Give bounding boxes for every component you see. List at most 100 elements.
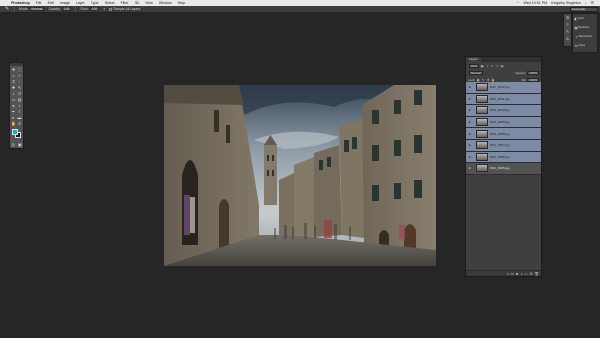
- layer-name[interactable]: DSC_0005.jpg: [490, 166, 510, 170]
- menu-window[interactable]: Window: [156, 1, 175, 5]
- visibility-eye-icon[interactable]: ●: [466, 108, 473, 112]
- quick-select-tool-icon[interactable]: ✧: [17, 73, 22, 78]
- filter-shape-icon[interactable]: ▭: [495, 64, 499, 68]
- visibility-eye-icon[interactable]: ●: [466, 166, 473, 170]
- layer-row[interactable]: ● DSC_0007.jpg: [466, 139, 541, 152]
- flow-control[interactable]: Flow: 100: [78, 7, 101, 11]
- layer-row[interactable]: ● DSC_0008.jpg: [466, 128, 541, 140]
- move-tool-icon[interactable]: ✥: [11, 67, 16, 72]
- workspace-label[interactable]: Essentials: [570, 7, 598, 12]
- menu-layer[interactable]: Layer: [73, 1, 88, 5]
- pen-tool-icon[interactable]: ✒: [11, 109, 16, 114]
- layer-name[interactable]: DSC_0008.jpg: [490, 132, 510, 136]
- menu-app-name[interactable]: Photoshop: [8, 1, 33, 5]
- opacity-field[interactable]: 100: [61, 7, 72, 11]
- hand-tool-icon[interactable]: ✋: [11, 121, 16, 126]
- group-icon[interactable]: ▭: [524, 272, 527, 276]
- menu-3d[interactable]: 3D: [132, 1, 143, 5]
- visibility-eye-icon[interactable]: ●: [466, 85, 473, 89]
- brush-tool-icon[interactable]: ✎: [17, 85, 22, 90]
- mode-select[interactable]: Normal: [29, 7, 45, 11]
- zoom-tool-icon[interactable]: ⚲: [17, 121, 22, 126]
- eraser-tool-icon[interactable]: ▭: [11, 97, 16, 102]
- menu-image[interactable]: Image: [57, 1, 73, 5]
- layer-row[interactable]: ● DSC_0009.jpg: [466, 116, 541, 129]
- fx-icon[interactable]: fx: [511, 272, 514, 276]
- opacity-control[interactable]: Opacity: 100: [46, 7, 73, 11]
- dodge-tool-icon[interactable]: ◐: [17, 103, 22, 108]
- healing-tool-icon[interactable]: ✚: [11, 85, 16, 90]
- panel-swatches[interactable]: ▦ Swatches: [573, 23, 597, 32]
- layer-opacity-field[interactable]: 100%: [527, 70, 539, 75]
- clock[interactable]: Wed 10:51 PM: [521, 1, 549, 5]
- layer-row[interactable]: ● DSC_0010.jpg: [466, 105, 541, 117]
- panel-adjustments[interactable]: ◑ Adjustments: [573, 32, 597, 41]
- menu-select[interactable]: Select: [102, 1, 118, 5]
- visibility-eye-icon[interactable]: ●: [466, 120, 473, 124]
- brush-tool-icon[interactable]: ✎: [2, 6, 12, 12]
- sample-checkbox[interactable]: [109, 7, 113, 11]
- crop-tool-icon[interactable]: ⌗: [11, 79, 16, 84]
- history-brush-tool-icon[interactable]: ↺: [17, 91, 22, 96]
- lasso-tool-icon[interactable]: ↄ: [11, 73, 16, 78]
- layer-thumbnail[interactable]: [476, 141, 488, 150]
- new-layer-icon[interactable]: ⊞: [530, 272, 533, 276]
- adjustment-layer-icon[interactable]: ◑: [520, 272, 522, 276]
- properties-icon[interactable]: ≡: [564, 21, 571, 28]
- layer-row[interactable]: ● DSC_0005.jpg: [466, 163, 541, 175]
- lock-position-icon[interactable]: ✥: [486, 78, 490, 82]
- marquee-tool-icon[interactable]: ⬚: [17, 67, 22, 72]
- visibility-eye-icon[interactable]: ●: [466, 155, 473, 159]
- quick-mask-icon[interactable]: ◎: [11, 142, 16, 147]
- brush-preset-icon[interactable]: ✎: [564, 28, 571, 35]
- lock-paint-icon[interactable]: ✎: [481, 78, 485, 82]
- menu-file[interactable]: File: [33, 1, 45, 5]
- list-icon[interactable]: ☰: [589, 1, 596, 5]
- type-tool-icon[interactable]: T: [17, 109, 22, 114]
- clone-stamp-tool-icon[interactable]: ⊥: [11, 91, 16, 96]
- kind-filter[interactable]: Kind: [469, 63, 480, 68]
- document-canvas[interactable]: [164, 85, 436, 266]
- layer-name[interactable]: DSC_0011.jpg: [490, 97, 509, 101]
- layer-name[interactable]: DSC_0010.jpg: [490, 108, 510, 112]
- layer-thumbnail[interactable]: [476, 164, 488, 173]
- layer-row[interactable]: ● DSC_0011.jpg: [466, 93, 541, 106]
- path-select-tool-icon[interactable]: ▸: [11, 115, 16, 120]
- mode-control[interactable]: Mode: Normal: [17, 7, 46, 11]
- gradient-tool-icon[interactable]: ▤: [17, 97, 22, 102]
- menu-view[interactable]: View: [142, 1, 156, 5]
- layer-thumbnail[interactable]: [476, 129, 488, 138]
- visibility-eye-icon[interactable]: ●: [466, 97, 473, 101]
- layer-thumbnail[interactable]: [476, 106, 488, 115]
- blur-tool-icon[interactable]: ●: [11, 103, 16, 108]
- layer-name[interactable]: DSC_0006.jpg: [490, 155, 510, 159]
- filter-pixel-icon[interactable]: ▣: [480, 64, 484, 68]
- trash-icon[interactable]: 🗑: [535, 272, 539, 276]
- layer-name[interactable]: DSC_0012.jpg: [490, 85, 510, 89]
- user-name[interactable]: Kingsley Singleton: [549, 1, 583, 5]
- filter-smart-icon[interactable]: ▤: [500, 64, 504, 68]
- foreground-color[interactable]: [12, 129, 18, 135]
- layer-name[interactable]: DSC_0009.jpg: [490, 120, 510, 124]
- character-icon[interactable]: A: [564, 35, 571, 42]
- history-icon[interactable]: ⏲: [564, 14, 571, 21]
- panel-styles[interactable]: fx Styles: [573, 41, 597, 50]
- mask-icon[interactable]: ◙: [516, 272, 518, 276]
- layer-name[interactable]: DSC_0007.jpg: [490, 143, 510, 147]
- fill-field[interactable]: 100%: [527, 77, 539, 82]
- filter-type-icon[interactable]: T: [490, 64, 494, 68]
- wifi-icon[interactable]: ◠: [514, 1, 521, 5]
- flow-field[interactable]: 100: [89, 7, 100, 11]
- layer-thumbnail[interactable]: [476, 152, 488, 161]
- eyedropper-tool-icon[interactable]: ⁄: [17, 79, 22, 84]
- layer-row[interactable]: ● DSC_0006.jpg: [466, 151, 541, 164]
- tab-layers[interactable]: Layers: [466, 57, 482, 62]
- sample-all-layers[interactable]: Sample All Layers: [107, 7, 142, 11]
- menu-edit[interactable]: Edit: [45, 1, 57, 5]
- screen-mode-icon[interactable]: ▣: [17, 142, 22, 147]
- shape-tool-icon[interactable]: ▬: [17, 115, 22, 120]
- layer-row[interactable]: ● DSC_0012.jpg: [466, 82, 541, 94]
- visibility-eye-icon[interactable]: ●: [466, 143, 473, 147]
- panel-color[interactable]: ◧ Color: [573, 14, 597, 23]
- layer-thumbnail[interactable]: [476, 83, 488, 92]
